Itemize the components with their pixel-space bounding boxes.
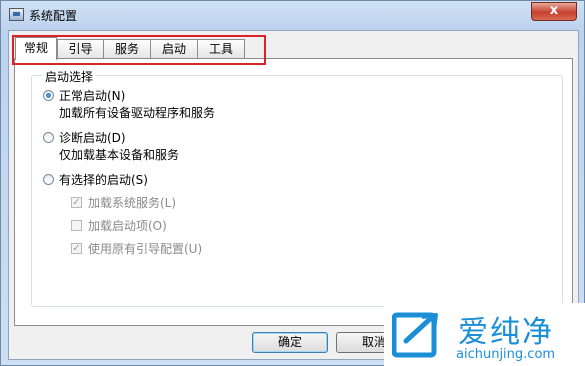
normal-startup-desc: 加载所有设备驱动程序和服务 <box>59 106 216 120</box>
general-tab-panel: 启动选择 正常启动(N) 加载所有设备驱动程序和服务 诊断启动(D) 仅加载基本… <box>14 58 573 326</box>
close-button[interactable]: x <box>531 2 577 21</box>
use-original-boot-config-label: 使用原有引导配置(U) <box>88 242 203 256</box>
tab-boot[interactable]: 引导 <box>57 39 104 59</box>
system-config-icon <box>9 8 24 21</box>
title-bar[interactable]: 系统配置 x <box>1 1 584 29</box>
selective-startup-label[interactable]: 有选择的启动(S) <box>59 171 148 188</box>
load-startup-items-label: 加载启动项(O) <box>88 219 167 233</box>
watermark-brand: 爱纯净 <box>458 315 554 350</box>
startup-selection-group: 启动选择 正常启动(N) 加载所有设备驱动程序和服务 诊断启动(D) 仅加载基本… <box>31 68 563 307</box>
watermark-url: aichunjing.com <box>456 347 556 362</box>
normal-startup-label[interactable]: 正常启动(N) <box>59 87 125 104</box>
diagnostic-startup-radio[interactable] <box>43 132 54 143</box>
ok-button[interactable]: 确定 <box>252 332 328 353</box>
normal-startup-radio[interactable] <box>43 90 54 101</box>
load-startup-items-checkbox[interactable] <box>71 220 82 231</box>
tab-tools[interactable]: 工具 <box>197 39 245 59</box>
aichunjing-logo-icon <box>392 312 438 358</box>
startup-selection-label: 启动选择 <box>42 68 97 85</box>
watermark: 爱纯净 aichunjing.com <box>384 303 585 366</box>
load-system-services-label: 加载系统服务(L) <box>88 196 177 210</box>
tab-startup[interactable]: 启动 <box>150 39 198 59</box>
use-original-boot-config-checkbox[interactable]: ✓ <box>71 243 82 254</box>
selective-startup-radio[interactable] <box>43 174 54 185</box>
window-title: 系统配置 <box>29 9 78 23</box>
diagnostic-startup-desc: 仅加载基本设备和服务 <box>59 148 180 162</box>
tab-general[interactable]: 常规 <box>15 37 57 60</box>
load-system-services-checkbox[interactable]: ✓ <box>71 197 82 208</box>
tab-services[interactable]: 服务 <box>103 39 151 59</box>
diagnostic-startup-label[interactable]: 诊断启动(D) <box>59 129 126 146</box>
